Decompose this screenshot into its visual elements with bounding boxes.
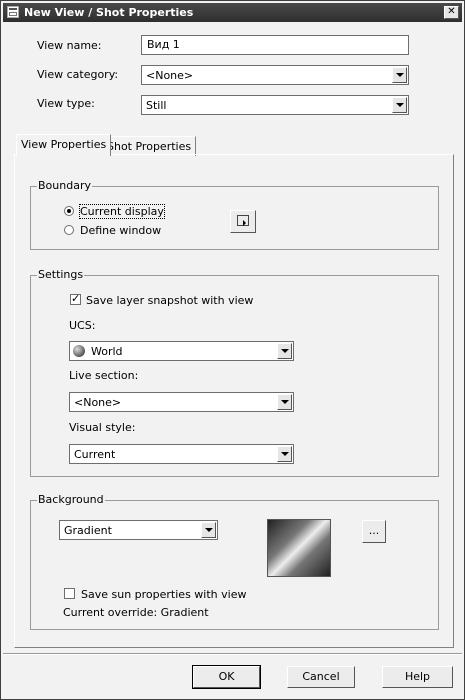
tab-label: View Properties	[21, 138, 107, 151]
settings-legend: Settings	[37, 268, 85, 281]
view-type-dropdown[interactable]: Still	[141, 95, 409, 115]
view-name-label: View name:	[37, 39, 102, 52]
view-type-value: Still	[146, 99, 167, 112]
cancel-button[interactable]: Cancel	[287, 666, 355, 688]
globe-icon	[73, 345, 85, 357]
view-name-input[interactable]: Вид 1	[141, 35, 409, 55]
ucs-value: World	[91, 345, 123, 358]
chevron-down-icon[interactable]	[392, 67, 407, 83]
live-section-dropdown[interactable]: <None>	[69, 392, 294, 412]
cancel-label: Cancel	[302, 670, 340, 683]
define-window-button[interactable]	[230, 210, 256, 233]
background-preview	[267, 519, 331, 577]
chevron-down-icon[interactable]	[392, 97, 407, 113]
chevron-down-icon[interactable]	[277, 394, 292, 410]
dialog-window: New View / Shot Properties ✕ View name: …	[0, 0, 465, 700]
live-section-label: Live section:	[69, 369, 139, 382]
visual-style-dropdown[interactable]: Current	[69, 444, 294, 464]
close-icon: ✕	[447, 6, 456, 17]
current-override-text: Current override: Gradient	[63, 606, 209, 619]
save-sun-label[interactable]: Save sun properties with view	[81, 588, 246, 601]
view-category-value: <None>	[146, 69, 194, 82]
background-type-value: Gradient	[64, 524, 112, 537]
view-type-label: View type:	[37, 97, 95, 110]
define-window-icon	[237, 215, 249, 226]
browse-label: ...	[368, 524, 380, 537]
define-window-label[interactable]: Define window	[80, 224, 161, 237]
dialog-icon	[7, 6, 19, 18]
window-title: New View / Shot Properties	[24, 6, 194, 19]
title-bar[interactable]: New View / Shot Properties ✕	[3, 3, 462, 22]
boundary-legend: Boundary	[37, 179, 92, 192]
live-section-value: <None>	[74, 396, 122, 409]
ucs-dropdown[interactable]: World	[69, 341, 294, 361]
divider	[3, 653, 462, 655]
current-display-radio[interactable]	[64, 206, 74, 216]
chevron-down-icon[interactable]	[201, 522, 216, 538]
ok-button[interactable]: OK	[192, 665, 261, 689]
ok-label: OK	[218, 670, 235, 683]
tab-shot-properties[interactable]: Shot Properties	[102, 136, 197, 156]
current-display-label[interactable]: Current display	[79, 204, 165, 219]
view-category-dropdown[interactable]: <None>	[141, 65, 409, 85]
background-type-dropdown[interactable]: Gradient	[59, 520, 218, 540]
define-window-radio[interactable]	[64, 225, 74, 235]
ucs-label: UCS:	[69, 319, 96, 332]
view-category-label: View category:	[37, 68, 119, 81]
save-layer-snapshot-checkbox[interactable]	[70, 292, 81, 305]
tab-label: Shot Properties	[107, 140, 192, 153]
visual-style-value: Current	[74, 448, 116, 461]
background-browse-button[interactable]: ...	[362, 520, 386, 543]
close-button[interactable]: ✕	[444, 6, 459, 19]
tab-view-properties[interactable]: View Properties	[16, 134, 112, 156]
chevron-down-icon[interactable]	[277, 446, 292, 462]
save-layer-snapshot-label[interactable]: Save layer snapshot with view	[86, 294, 253, 307]
help-button[interactable]: Help	[382, 666, 453, 688]
visual-style-label: Visual style:	[69, 421, 136, 434]
save-sun-checkbox[interactable]	[64, 588, 75, 599]
chevron-down-icon[interactable]	[277, 343, 292, 359]
view-name-value: Вид 1	[147, 38, 180, 51]
background-legend: Background	[37, 493, 105, 506]
help-label: Help	[404, 670, 431, 683]
